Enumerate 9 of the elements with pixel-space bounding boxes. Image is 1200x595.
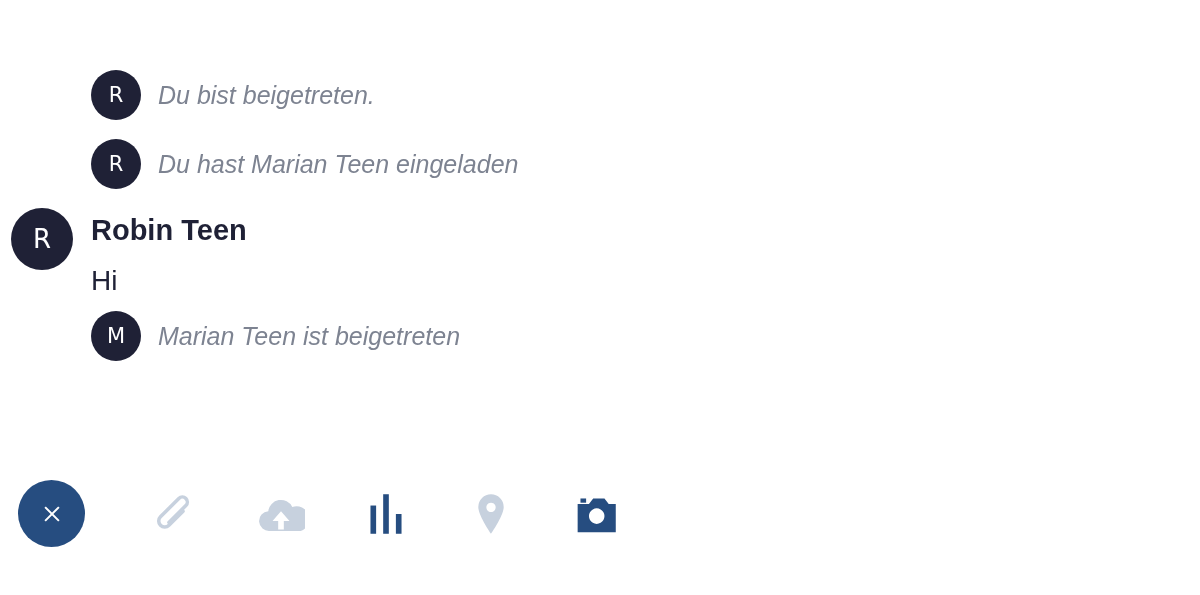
avatar: M (91, 311, 141, 361)
event-text: Du hast Marian Teen eingeladen (158, 149, 519, 179)
avatar: R (91, 70, 141, 120)
sender-name: Robin Teen (91, 214, 247, 247)
avatar: R (91, 139, 141, 189)
event-text: Marian Teen ist beigetreten (158, 321, 461, 351)
avatar: R (11, 208, 73, 270)
message-text: Hi (91, 265, 118, 297)
event-text: Du bist beigetreten. (158, 80, 375, 110)
